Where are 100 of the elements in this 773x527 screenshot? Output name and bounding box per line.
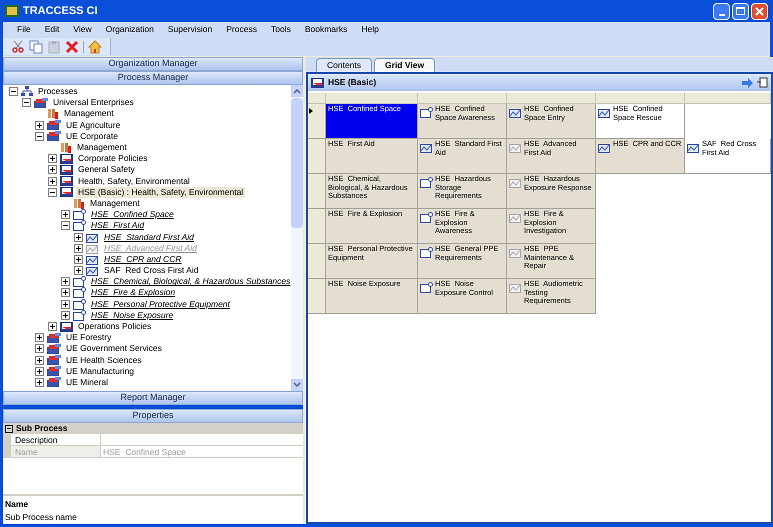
- tree-item[interactable]: Processes: [36, 86, 80, 98]
- tree-item[interactable]: UE Manufacturing: [64, 366, 136, 377]
- tree-item[interactable]: UE Agriculture: [64, 120, 122, 131]
- expand-icon[interactable]: [48, 165, 57, 174]
- maximize-button[interactable]: [732, 2, 749, 20]
- tree-item[interactable]: UE Health Sciences: [64, 354, 144, 366]
- scroll-down-icon[interactable]: [291, 379, 303, 391]
- task-icon: [598, 142, 611, 153]
- tray-icon: [60, 322, 73, 332]
- collapse-icon[interactable]: [61, 221, 70, 230]
- tree-item[interactable]: HSE Fire & Explosion: [89, 287, 178, 298]
- close-button[interactable]: [751, 2, 768, 20]
- expand-icon[interactable]: [35, 333, 44, 342]
- folder-icon: [47, 377, 61, 388]
- collapse-icon[interactable]: [9, 87, 18, 96]
- help-text: Sub Process name: [5, 510, 78, 524]
- people-icon: [73, 198, 85, 209]
- tree-item[interactable]: HSE First Aid: [89, 220, 146, 232]
- expand-icon[interactable]: [74, 266, 83, 276]
- scissors-icon[interactable]: [11, 40, 25, 54]
- menu-item[interactable]: Bookmarks: [304, 23, 348, 36]
- tree-item[interactable]: Management: [88, 198, 142, 209]
- expand-icon[interactable]: [35, 356, 44, 365]
- expand-icon[interactable]: [48, 154, 57, 164]
- tree-item[interactable]: Corporate Policies: [76, 153, 150, 164]
- expand-icon[interactable]: [74, 232, 83, 242]
- task-icon: [509, 107, 522, 118]
- expand-icon[interactable]: [35, 366, 44, 376]
- menu-item[interactable]: Edit: [44, 23, 60, 36]
- tree-item[interactable]: HSE Confined Space: [89, 209, 176, 220]
- tree-item[interactable]: HSE Noise Exposure: [89, 310, 176, 321]
- expand-icon[interactable]: [48, 176, 57, 186]
- scroll-up-icon[interactable]: [291, 85, 303, 97]
- tree-item[interactable]: UE Corporate: [64, 130, 120, 142]
- folder-icon: [47, 120, 61, 130]
- expand-icon[interactable]: [48, 322, 57, 332]
- tree-item[interactable]: Operations Policies: [76, 321, 154, 332]
- tree-item[interactable]: UE Forestry: [64, 332, 114, 344]
- tray-icon: [60, 164, 73, 175]
- expand-icon[interactable]: [35, 378, 44, 387]
- folder-icon: [47, 355, 61, 366]
- home-icon[interactable]: [88, 40, 102, 54]
- scrollbar-track[interactable]: [291, 85, 303, 391]
- section-header[interactable]: Report Manager: [3, 391, 303, 405]
- task-icon: [420, 142, 433, 153]
- expand-icon[interactable]: [61, 277, 70, 286]
- expand-icon[interactable]: [35, 344, 44, 354]
- expand-icon[interactable]: [35, 120, 44, 130]
- section-header[interactable]: Organization Manager: [3, 57, 303, 71]
- folder-icon: [47, 344, 61, 354]
- expand-icon[interactable]: [74, 254, 83, 264]
- section-header[interactable]: Process Manager: [3, 71, 303, 85]
- panel-title: HSE (Basic): [328, 76, 376, 89]
- expand-icon[interactable]: [61, 310, 70, 320]
- collapse-icon[interactable]: [35, 132, 44, 141]
- expand-icon[interactable]: [61, 288, 70, 298]
- pin-icon[interactable]: [757, 77, 768, 88]
- section-header[interactable]: Properties: [3, 409, 303, 423]
- tree-item[interactable]: HSE Standard First Aid: [102, 232, 196, 243]
- tree-item[interactable]: HSE Personal Protective Equipment: [89, 298, 232, 310]
- menu-item[interactable]: Process: [226, 23, 257, 36]
- scroll-thumb[interactable]: [291, 98, 303, 228]
- menu-item[interactable]: File: [17, 23, 31, 36]
- tree-item[interactable]: SAF Red Cross First Aid: [102, 265, 200, 276]
- tree-item[interactable]: Universal Enterprises: [51, 97, 136, 108]
- delete-icon[interactable]: [65, 40, 79, 54]
- row-pointer-icon: [309, 108, 313, 114]
- folder-icon: [34, 98, 48, 108]
- menu-item[interactable]: Tools: [270, 23, 291, 36]
- minimize-button[interactable]: [713, 2, 730, 20]
- row-header[interactable]: [308, 104, 326, 139]
- copy-icon[interactable]: [29, 40, 43, 54]
- tree-item[interactable]: HSE (Basic) : Health, Safety, Environmental: [76, 186, 246, 198]
- menu-item[interactable]: Organization: [106, 23, 154, 36]
- tree-item[interactable]: HSE CPR and CCR: [102, 254, 184, 265]
- menu-item[interactable]: Help: [361, 23, 379, 36]
- menu-item[interactable]: View: [73, 23, 92, 36]
- collapse-icon[interactable]: [5, 424, 13, 432]
- collapse-icon[interactable]: [22, 98, 31, 108]
- document-icon: [73, 220, 86, 232]
- tab[interactable]: Grid View: [374, 58, 436, 72]
- collapse-icon[interactable]: [48, 188, 57, 197]
- tab[interactable]: Contents: [316, 58, 372, 72]
- tree-item[interactable]: UE Government Services: [64, 343, 164, 354]
- tree-item[interactable]: Health, Safety, Environmental: [76, 176, 192, 187]
- tree-item[interactable]: HSE Chemical, Biological, & Hazardous Substances: [89, 276, 291, 288]
- arrow-right-icon[interactable]: [742, 78, 753, 88]
- window-title: TRACCESS CI: [23, 4, 98, 19]
- tree-item[interactable]: UE Mineral: [64, 376, 110, 388]
- tree-item[interactable]: General Safety: [76, 164, 137, 176]
- tree-item[interactable]: Management: [75, 142, 129, 154]
- tray-icon: [60, 187, 73, 198]
- category-label: Sub Process: [16, 422, 68, 435]
- expand-icon[interactable]: [61, 300, 70, 309]
- expand-icon[interactable]: [61, 210, 70, 220]
- document-icon: [73, 298, 86, 310]
- document-icon: [420, 282, 433, 293]
- menu-item[interactable]: Supervision: [168, 23, 212, 36]
- tree-item[interactable]: Management: [62, 108, 116, 120]
- task-icon: [509, 212, 522, 223]
